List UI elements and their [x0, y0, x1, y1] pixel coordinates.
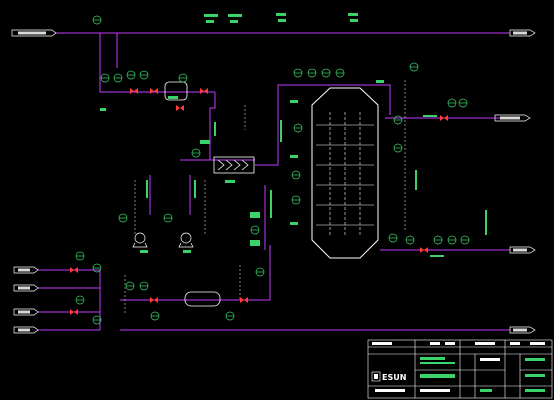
pid-drawing: ESUN	[0, 0, 554, 400]
brand-logo-text: ESUN	[382, 373, 406, 382]
